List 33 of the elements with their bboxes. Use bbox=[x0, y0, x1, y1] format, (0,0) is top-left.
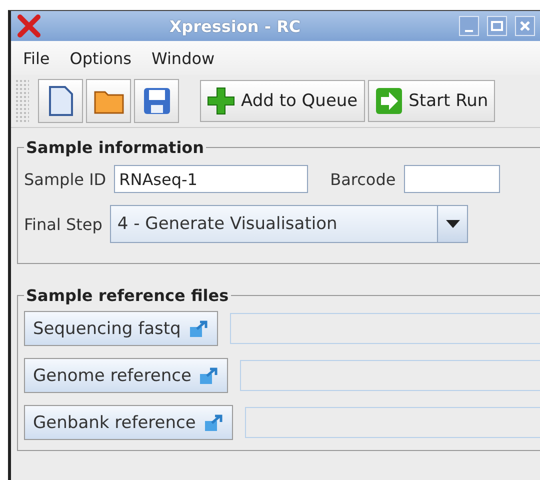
final-step-dropdown[interactable]: 4 - Generate Visualisation bbox=[110, 205, 468, 243]
toolbar-button[interactable] bbox=[86, 79, 131, 123]
maximize-icon bbox=[491, 21, 503, 31]
export-icon bbox=[204, 414, 224, 432]
dropdown-value: 4 - Generate Visualisation bbox=[116, 214, 338, 234]
minimize-button[interactable] bbox=[459, 16, 479, 36]
export-icon bbox=[199, 366, 220, 384]
menu-item[interactable]: Window bbox=[144, 46, 223, 70]
plus-icon bbox=[207, 87, 235, 115]
export-icon bbox=[188, 320, 209, 338]
barcode-field[interactable] bbox=[404, 165, 500, 193]
close-icon bbox=[520, 21, 530, 31]
dropdown-arrow-button[interactable] bbox=[437, 206, 468, 242]
sample-id-field[interactable]: RNAseq-1 bbox=[114, 165, 308, 193]
field-label: Barcode bbox=[330, 170, 396, 188]
start-run-button[interactable]: Start Run bbox=[368, 80, 496, 122]
document-icon bbox=[48, 86, 74, 116]
add-to-queue-button[interactable]: Add to Queue bbox=[200, 80, 365, 122]
menu-item[interactable]: Options bbox=[62, 46, 140, 70]
maximize-button[interactable] bbox=[487, 16, 507, 36]
field-label: Final Step bbox=[24, 214, 102, 234]
toolbar-button[interactable] bbox=[134, 79, 179, 123]
panel-title: Sample information bbox=[25, 138, 206, 157]
caret-icon bbox=[446, 220, 460, 228]
close-icon bbox=[17, 14, 41, 38]
close-button[interactable] bbox=[515, 16, 535, 36]
toolbar-button[interactable] bbox=[38, 79, 83, 123]
minimize-icon bbox=[465, 30, 473, 32]
toolbar-grip[interactable] bbox=[15, 79, 29, 123]
window-title: Xpression - RC bbox=[168, 16, 302, 36]
menu-item[interactable]: File bbox=[15, 46, 58, 70]
panel-title: Sample reference files bbox=[25, 286, 230, 305]
field-label: Sample ID bbox=[24, 170, 106, 188]
